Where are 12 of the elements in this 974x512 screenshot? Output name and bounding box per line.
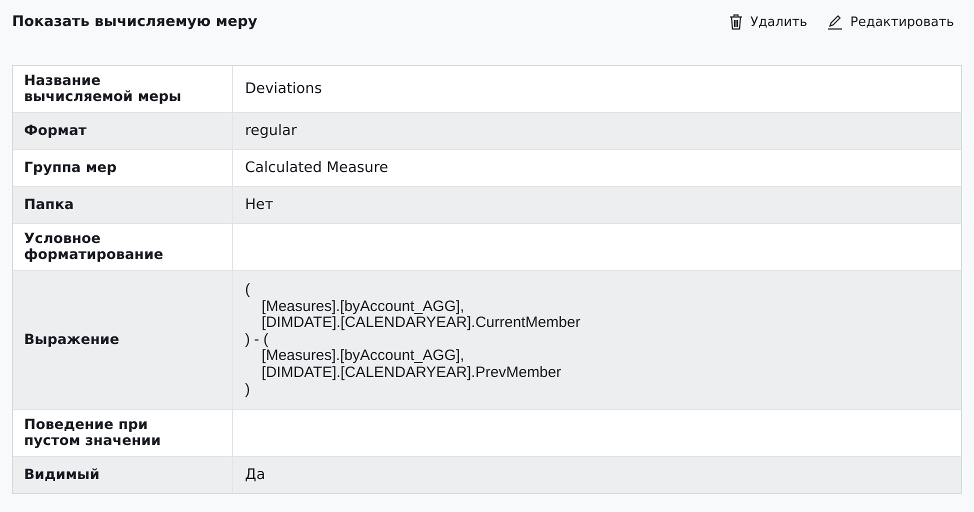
edit-button[interactable]: Редактировать [827, 14, 954, 30]
field-value: Calculated Measure [245, 160, 388, 176]
delete-button[interactable]: Удалить [729, 14, 808, 30]
field-value: regular [245, 123, 297, 139]
page-title: Показать вычисляемую меру [12, 14, 258, 30]
field-value: Нет [245, 197, 274, 213]
field-value: Да [245, 467, 266, 484]
expression-text: ( [Measures].[byAccount_AGG], [DIMDATE].[CALENDARYEAR].CurrentMember ) - ( [Measures].[byAccount_AGG], [DIMDATE].[CALENDARYEAR].PrevMember ) [245, 280, 580, 400]
trash-icon [729, 14, 744, 30]
field-value: Deviations [245, 81, 322, 97]
field-label: Видимый [13, 457, 233, 494]
pencil-icon [827, 14, 844, 30]
